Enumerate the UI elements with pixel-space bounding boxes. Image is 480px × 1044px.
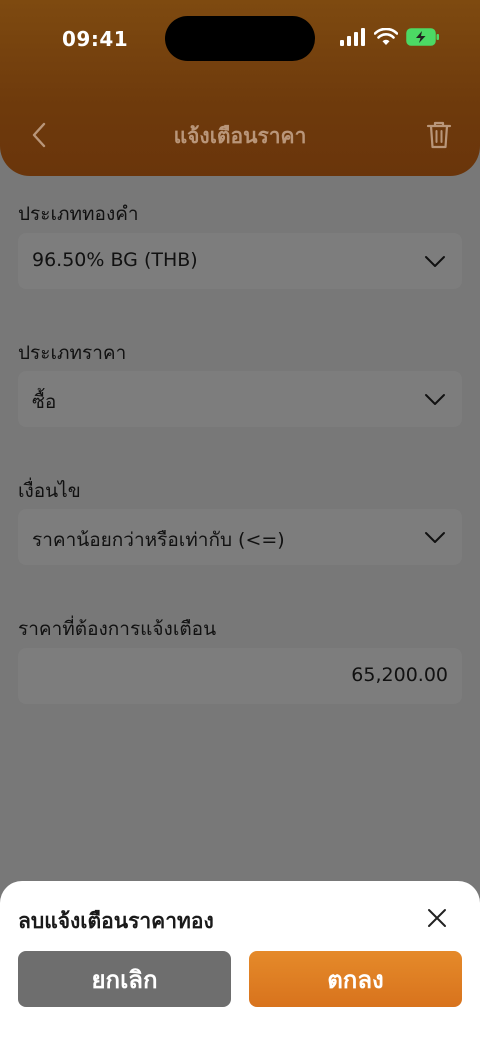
confirm-button[interactable]: ตกลง	[249, 951, 462, 1007]
price-type-select[interactable]: ซื้อ	[18, 371, 462, 427]
gold-type-label: ประเภททองคำ	[18, 203, 139, 225]
status-icons	[340, 28, 440, 46]
header: 09:41 แจ้งเตือนราคา	[0, 0, 480, 176]
target-price-value: 65,200.00	[351, 664, 448, 686]
condition-label: เงื่อนไข	[18, 480, 81, 502]
chevron-down-icon	[425, 532, 445, 543]
chevron-down-icon	[425, 394, 445, 405]
gold-type-select[interactable]: 96.50% BG (THB)	[18, 233, 462, 289]
target-price-input[interactable]: 65,200.00	[18, 648, 462, 704]
battery-charging-icon	[406, 28, 439, 46]
page-title: แจ้งเตือนราคา	[173, 124, 307, 148]
gold-type-value: 96.50% BG (THB)	[32, 249, 198, 271]
trash-icon[interactable]	[424, 118, 454, 152]
status-time: 09:41	[62, 27, 129, 51]
cancel-button[interactable]: ยกเลิก	[18, 951, 231, 1007]
close-icon[interactable]	[426, 907, 448, 929]
price-type-label: ประเภทราคา	[18, 342, 127, 364]
condition-value: ราคาน้อยกว่าหรือเท่ากับ (<=)	[32, 529, 285, 551]
delete-confirm-sheet: ลบแจ้งเตือนราคาทอง ยกเลิก ตกลง	[0, 881, 480, 1044]
chevron-down-icon	[425, 256, 445, 267]
dynamic-island	[165, 16, 315, 61]
sheet-title: ลบแจ้งเตือนราคาทอง	[18, 909, 214, 933]
wifi-icon	[374, 28, 398, 45]
condition-select[interactable]: ราคาน้อยกว่าหรือเท่ากับ (<=)	[18, 509, 462, 565]
price-type-value: ซื้อ	[32, 391, 57, 413]
cellular-signal-icon	[340, 28, 365, 46]
target-price-label: ราคาที่ต้องการแจ้งเตือน	[18, 618, 217, 640]
